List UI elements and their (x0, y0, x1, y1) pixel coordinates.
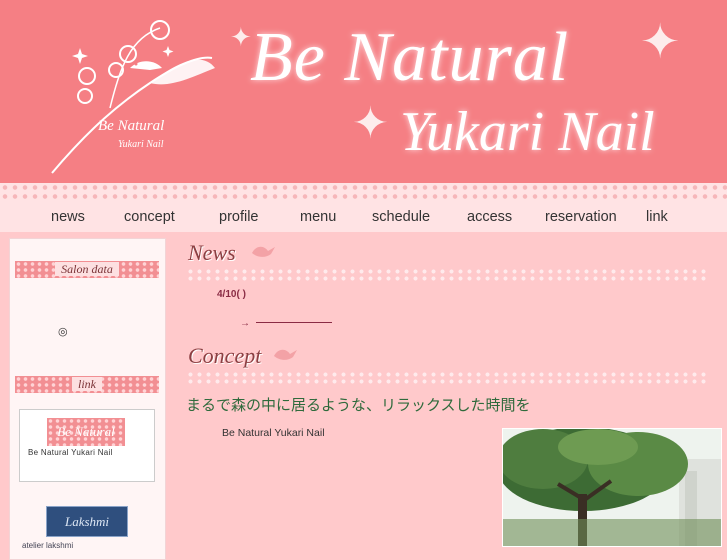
bird-icon (252, 246, 275, 257)
link-label: link (72, 377, 102, 391)
salon-photo (502, 428, 722, 547)
lakshmi-banner[interactable]: Lakshmi (46, 506, 128, 537)
site-title-line2: Yukari Nail (400, 101, 655, 163)
news-more-link[interactable]: → (240, 318, 332, 329)
salon-mark: ◎ (58, 326, 68, 338)
nav-news[interactable]: news (51, 209, 85, 225)
sidebar: Salon data ◎ link Be Natural Be Natural … (9, 238, 166, 560)
concept-body: Be Natural Yukari Nail (222, 427, 325, 439)
logo-text-1: Be Natural (98, 118, 165, 134)
be-natural-banner[interactable]: Be Natural (47, 418, 125, 446)
bird-icon (274, 349, 297, 360)
sparkle-icon: ✦ (352, 99, 389, 148)
salon-data-title: Salon data (15, 261, 159, 278)
link-caption: Be Natural Yukari Nail (28, 448, 113, 457)
nav-access[interactable]: access (467, 209, 512, 225)
tree-photo-icon (503, 429, 721, 546)
news-heading: News (188, 240, 236, 265)
lakshmi-link[interactable]: atelier lakshmi (22, 541, 73, 550)
logo[interactable]: Be Natural Yukari Nail (50, 8, 220, 178)
sparkle-icon: ✦ (230, 22, 252, 52)
lily-bird-logo-icon (51, 20, 215, 174)
nav-concept[interactable]: concept (124, 209, 175, 225)
nav-menu[interactable]: menu (300, 209, 336, 225)
site-title-line1: Be Natural (250, 19, 570, 96)
news-date: 4/10( ) (217, 289, 246, 300)
news-link-underline (256, 322, 332, 323)
nav-link[interactable]: link (646, 209, 668, 225)
nav-reservation[interactable]: reservation (545, 209, 617, 225)
salon-data-label: Salon data (55, 262, 119, 276)
sparkle-icon: ✦ (640, 16, 681, 69)
main-nav: news concept profile menu schedule acces… (0, 201, 727, 232)
link-card[interactable]: Be Natural Be Natural Yukari Nail (19, 409, 155, 482)
header: Be Natural Yukari Nail Be Natural Yukari… (0, 0, 727, 183)
link-title: link (15, 376, 159, 393)
lace-divider (186, 268, 708, 281)
lace-divider (186, 371, 708, 384)
concept-heading: Concept (188, 343, 262, 368)
nav-profile[interactable]: profile (219, 209, 259, 225)
lace-divider (0, 183, 727, 201)
arrow-icon: → (240, 318, 250, 329)
logo-text-2: Yukari Nail (118, 139, 164, 150)
nav-schedule[interactable]: schedule (372, 209, 430, 225)
concept-tagline: まるで森の中に居るような、リラックスした時間を (186, 397, 531, 414)
